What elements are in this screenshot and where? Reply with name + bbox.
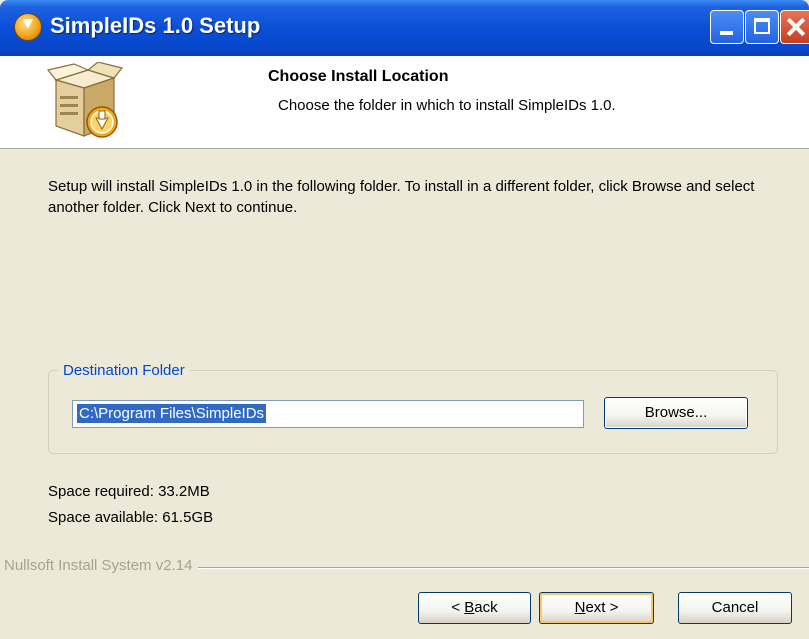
cancel-button[interactable]: Cancel	[678, 592, 792, 624]
destination-folder-label: Destination Folder	[58, 362, 190, 379]
maximize-button[interactable]	[745, 10, 779, 44]
nsis-branding: Nullsoft Install System v2.14	[4, 557, 199, 574]
window-title: SimpleIDs 1.0 Setup	[50, 13, 261, 38]
browse-button[interactable]: Browse...	[604, 397, 748, 429]
space-available: Space available: 61.5GB	[48, 509, 214, 526]
close-button[interactable]	[780, 10, 809, 44]
page-subtitle: Choose the folder in which to install Si…	[278, 97, 616, 114]
destination-path-input[interactable]: C:\Program Files\SimpleIDs	[72, 400, 584, 428]
destination-path-text: C:\Program Files\SimpleIDs	[77, 404, 267, 423]
next-accelerator: N	[574, 599, 586, 616]
back-button[interactable]: < Back	[418, 592, 531, 624]
software-box-icon	[46, 62, 124, 138]
installer-icon	[14, 13, 42, 41]
next-button[interactable]: Next >	[539, 592, 654, 624]
back-label: ack	[474, 599, 498, 616]
page-title: Choose Install Location	[268, 68, 449, 85]
next-label: ext >	[585, 599, 619, 616]
space-required: Space required: 33.2MB	[48, 483, 210, 500]
minimize-button[interactable]	[710, 10, 744, 44]
back-accelerator: B	[464, 599, 475, 616]
install-description: Setup will install SimpleIDs 1.0 in the …	[48, 178, 755, 216]
title-bar[interactable]: SimpleIDs 1.0 Setup	[0, 0, 809, 56]
header-panel: Choose Install Location Choose the folde…	[0, 56, 809, 149]
back-prefix: <	[451, 599, 465, 616]
